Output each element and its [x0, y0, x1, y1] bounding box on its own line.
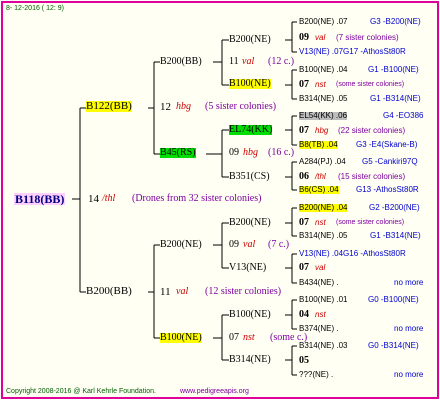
g4-4-b: G5 -Cankiri97Q — [362, 157, 418, 166]
g4-3-a[interactable]: EL54(KK) .06 — [299, 112, 348, 120]
g4-4-f: G13 -AthosSt80R — [356, 185, 419, 194]
g4-2-note: (some sister colonies) — [336, 81, 405, 88]
g2-4-code: nst — [243, 332, 255, 343]
g2-4-num: 07 — [229, 332, 239, 343]
g2-1-note: (12 c.) — [268, 56, 295, 67]
g4-5-f: G1 -B314(NE) — [370, 231, 421, 240]
g2-1-num: 11 — [229, 56, 239, 67]
g2-2-note: (16 c.) — [268, 147, 295, 158]
g2-queen-3[interactable]: B200(NE) — [160, 240, 202, 250]
g3-queen-6[interactable]: V13(NE) — [229, 263, 266, 273]
g4-1-code: val — [315, 33, 326, 42]
g4-4-note: (15 sister colonies) — [338, 172, 406, 181]
g2-2-num: 09 — [229, 147, 239, 158]
g4-1-note: (7 sister colonies) — [336, 33, 399, 42]
root-drone-code: /thl — [102, 193, 116, 204]
g4-6-e[interactable]: B434(NE) . — [299, 279, 339, 287]
g1-bottom-note: (12 sister colonies) — [205, 286, 282, 297]
g2-3-note: (7 c.) — [268, 239, 290, 250]
g4-3-f: G3 -E4(Skane-B) — [356, 140, 418, 149]
g1-queen-top[interactable]: B122(BB) — [86, 101, 132, 112]
g4-1-a[interactable]: B200(NE) .07 — [299, 18, 347, 26]
g4-3-note: (22 sister colonies) — [338, 126, 406, 135]
g1-top-note: (5 sister colonies) — [205, 101, 277, 112]
g4-7-f: no more — [394, 324, 424, 333]
g4-4-e[interactable]: B6(CS) .04 — [299, 186, 339, 194]
g4-6-num: 07 — [299, 262, 309, 273]
g1-top-num: 12 — [160, 101, 171, 113]
footer-copyright: Copyright 2008-2016 @ Karl Kehrle Founda… — [6, 388, 156, 395]
g4-2-f: G1 -B314(NE) — [370, 94, 421, 103]
g4-5-num: 07 — [299, 217, 309, 228]
g3-queen-7[interactable]: B100(NE) — [229, 310, 271, 320]
g4-8-num: 05 — [299, 355, 309, 366]
g3-queen-1[interactable]: B200(NE) — [229, 35, 271, 45]
g3-queen-5[interactable]: B200(NE) — [229, 218, 271, 228]
g4-1-b: G3 -B200(NE) — [370, 17, 421, 26]
g1-bottom-num: 11 — [160, 286, 171, 298]
g4-7-num: 04 — [299, 309, 309, 320]
g4-3-num: 07 — [299, 125, 309, 136]
g4-3-b: G4 -EO386 — [383, 111, 424, 120]
g4-4-num: 06 — [299, 171, 309, 182]
g4-7-b: G0 -B100(NE) — [368, 295, 419, 304]
root-drone-note: (Drones from 32 sister colonies) — [132, 193, 262, 204]
g4-7-a[interactable]: B100(NE) .01 — [299, 296, 347, 304]
g1-bottom-code: val — [176, 286, 189, 297]
g2-1-code: val — [242, 56, 255, 67]
g2-queen-2[interactable]: B45(RS) — [160, 148, 196, 158]
g4-5-code: nst — [315, 218, 326, 227]
g4-5-e[interactable]: B314(NE) .05 — [299, 232, 347, 240]
g4-2-code: nst — [315, 80, 326, 89]
g1-top-code: hbg — [176, 101, 191, 112]
date-stamp: 8- 12-2016 ( 12: 9) — [6, 5, 64, 12]
g1-queen-bottom[interactable]: B200(BB) — [86, 286, 132, 297]
g4-2-a[interactable]: B100(NE) .04 — [299, 66, 347, 74]
g3-queen-3[interactable]: EL74(KK) — [229, 125, 273, 135]
g4-1-e[interactable]: V13(NE) .07G17 -AthosSt80R — [299, 48, 406, 56]
g4-6-a[interactable]: V13(NE) .04G16 -AthosSt80R — [299, 250, 406, 258]
g4-8-a[interactable]: B314(NE) .03 — [299, 342, 347, 350]
g4-8-f: no more — [394, 370, 424, 379]
g4-1-num: 09 — [299, 32, 309, 43]
g4-3-code: hbg — [315, 126, 329, 135]
g4-8-e[interactable]: ???(NE) . — [299, 371, 333, 379]
g4-5-note: (some sister colonies) — [336, 219, 405, 226]
g4-6-code: val — [315, 263, 326, 272]
g2-queen-4[interactable]: B100(NE) — [160, 333, 202, 343]
g2-3-num: 09 — [229, 239, 239, 250]
g4-2-num: 07 — [299, 79, 309, 90]
root-queen[interactable]: B118(BB) — [14, 193, 66, 205]
g4-7-e[interactable]: B374(NE) . — [299, 325, 339, 333]
g2-2-code: hbg — [243, 147, 258, 158]
g4-6-f: no more — [394, 278, 424, 287]
g2-queen-1[interactable]: B200(BB) — [160, 57, 202, 67]
g4-5-a[interactable]: B200(NE) .04 — [299, 204, 348, 212]
g4-7-code: nst — [315, 310, 326, 319]
g2-3-code: val — [243, 239, 256, 250]
g3-queen-2[interactable]: B100(NE) — [229, 79, 271, 89]
g4-2-e[interactable]: B314(NE) .05 — [299, 95, 347, 103]
g4-4-code: /thl — [315, 172, 326, 181]
footer-url[interactable]: www.pedigreeapis.org — [180, 388, 249, 395]
g3-queen-8[interactable]: B314(NE) — [229, 355, 271, 365]
g4-4-a[interactable]: A284(PJ) .04 — [299, 158, 346, 166]
g4-8-b: G0 -B314(NE) — [368, 341, 419, 350]
g4-2-b: G1 -B100(NE) — [368, 65, 419, 74]
g4-5-b: G2 -B200(NE) — [369, 203, 420, 212]
root-drone-num: 14 — [88, 193, 99, 205]
g3-queen-4[interactable]: B351(CS) — [229, 172, 270, 182]
g4-3-e[interactable]: B8(TB) .04 — [299, 141, 338, 149]
